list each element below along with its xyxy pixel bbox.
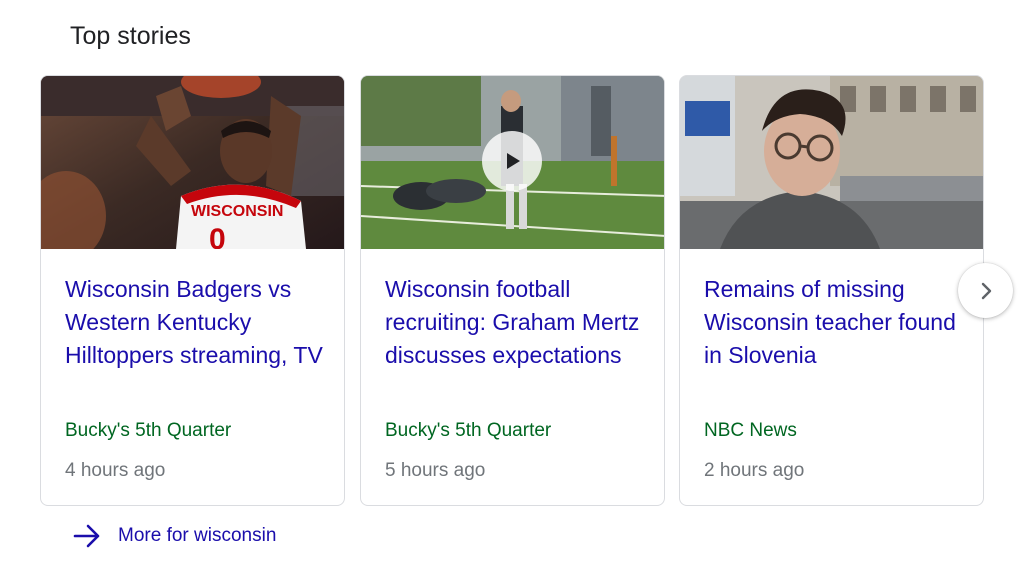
story-time: 5 hours ago: [385, 460, 486, 481]
story-thumbnail[interactable]: WISCONSIN 0: [41, 76, 344, 249]
story-source: Bucky's 5th Quarter: [65, 420, 232, 441]
more-link-label[interactable]: More for wisconsin: [118, 525, 276, 547]
story-carousel: WISCONSIN 0 Wisconsin Badgers vs Western…: [40, 75, 985, 507]
story-thumbnail[interactable]: [680, 76, 983, 249]
story-headline[interactable]: Wisconsin Badgers vs Western Kentucky Hi…: [65, 273, 325, 372]
carousel-next-button[interactable]: [958, 263, 1013, 318]
story-headline[interactable]: Remains of missing Wisconsin teacher fou…: [704, 273, 964, 372]
jersey-text: WISCONSIN: [191, 203, 283, 220]
basketball-player-photo: WISCONSIN 0: [41, 76, 344, 249]
story-time: 2 hours ago: [704, 460, 805, 481]
story-card[interactable]: Wisconsin football recruiting: Graham Me…: [360, 75, 665, 506]
story-source: NBC News: [704, 420, 797, 441]
arrow-right-icon: [73, 524, 100, 548]
story-thumbnail[interactable]: [361, 76, 664, 249]
chevron-right-icon: [981, 282, 991, 299]
section-title: Top stories: [70, 22, 191, 50]
play-video-button[interactable]: [482, 131, 542, 191]
person-portrait-photo: [680, 76, 983, 249]
story-card[interactable]: WISCONSIN 0 Wisconsin Badgers vs Western…: [40, 75, 345, 506]
story-time: 4 hours ago: [65, 460, 166, 481]
story-source: Bucky's 5th Quarter: [385, 420, 552, 441]
jersey-number: 0: [209, 223, 226, 249]
more-for-query-link[interactable]: More for wisconsin: [72, 520, 276, 552]
story-headline[interactable]: Wisconsin football recruiting: Graham Me…: [385, 273, 645, 372]
play-icon: [507, 153, 520, 169]
story-card[interactable]: Remains of missing Wisconsin teacher fou…: [679, 75, 984, 506]
top-stories-module: Top stories WISCONSIN 0 Wisconsin Badger…: [0, 0, 1035, 586]
